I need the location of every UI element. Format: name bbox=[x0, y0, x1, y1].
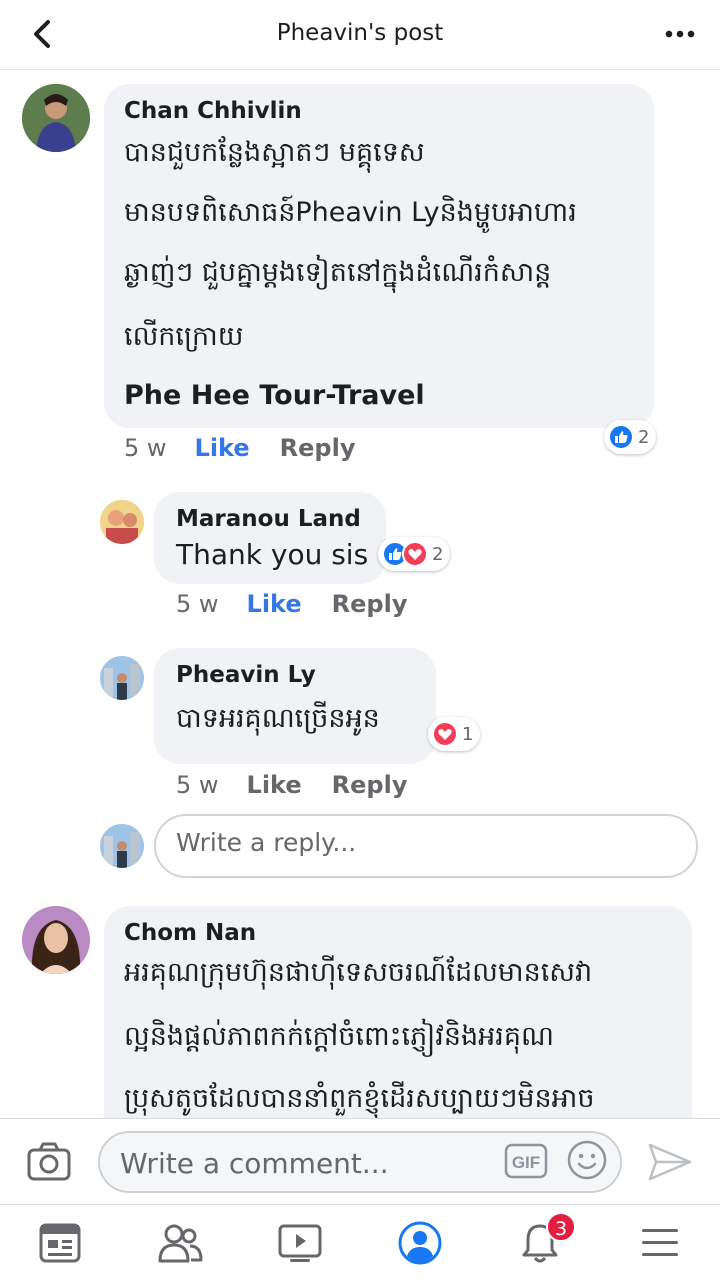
love-reaction-icon bbox=[402, 541, 428, 567]
tab-watch[interactable] bbox=[276, 1219, 324, 1267]
send-icon bbox=[648, 1143, 692, 1181]
smiley-icon bbox=[567, 1140, 607, 1180]
comment-timestamp: 5 w bbox=[176, 771, 219, 799]
notification-badge: 3 bbox=[546, 1212, 576, 1242]
avatar[interactable] bbox=[100, 656, 144, 700]
emoji-button[interactable] bbox=[566, 1139, 608, 1181]
gif-label: GIF bbox=[512, 1153, 540, 1172]
reaction-count: 1 bbox=[462, 723, 474, 745]
reply-button[interactable]: Reply bbox=[280, 434, 356, 462]
reaction-summary[interactable]: 1 bbox=[428, 717, 481, 751]
profile-photo-icon bbox=[100, 824, 144, 868]
more-icon bbox=[665, 30, 695, 38]
reply-input-placeholder: Write a reply... bbox=[176, 828, 357, 857]
profile-photo-icon bbox=[22, 84, 90, 152]
reaction-summary[interactable]: 2 bbox=[378, 537, 451, 571]
comment-text-line: ល្អនិងផ្តល់ភាពកក់ក្តៅចំពោះភ្ញៀវនិងអរគុណ bbox=[124, 1021, 554, 1052]
reply-button[interactable]: Reply bbox=[332, 590, 408, 618]
camera-button[interactable] bbox=[26, 1141, 72, 1183]
avatar bbox=[100, 824, 144, 868]
profile-icon bbox=[398, 1221, 442, 1265]
tab-news-feed[interactable] bbox=[36, 1219, 84, 1267]
comment-author[interactable]: Pheavin Ly bbox=[176, 662, 316, 688]
comment-text-line: ប្រុសតូចដែលបាននាំពួកខ្ញុំដើរសប្បាយៗមិនអា… bbox=[124, 1083, 595, 1114]
comment-text-line: អរគុណក្រុមហ៊ុនផាហ៊ីទេសចរណ៍ដែលមានសេវា bbox=[124, 957, 593, 988]
comment-input-placeholder: Write a comment... bbox=[120, 1147, 389, 1180]
comment-composer: Write a comment... GIF bbox=[0, 1118, 720, 1204]
camera-icon bbox=[27, 1142, 71, 1181]
friends-icon bbox=[158, 1224, 203, 1263]
profile-photo-icon bbox=[100, 656, 144, 700]
tab-menu[interactable] bbox=[636, 1219, 684, 1267]
comment-text-line: លើកក្រោយ bbox=[124, 321, 244, 352]
like-button[interactable]: Like bbox=[195, 434, 250, 462]
hamburger-menu-icon bbox=[642, 1229, 678, 1256]
comment-actions: 5 w Like Reply bbox=[176, 590, 407, 618]
comment-text-line: បានជួបកន្លែងស្អាតៗ មគ្គុទេស bbox=[124, 137, 425, 168]
comment-author[interactable]: Maranou Land bbox=[176, 506, 361, 532]
page-title: Pheavin's post bbox=[276, 20, 444, 46]
like-button[interactable]: Like bbox=[247, 590, 302, 618]
reaction-count: 2 bbox=[638, 426, 650, 448]
comment-text-line: ឆ្ងាញ់ៗ ជួបគ្នាម្តងទៀតនៅក្នុងដំណើរកំសាន្… bbox=[124, 257, 552, 288]
tab-friends[interactable] bbox=[156, 1219, 204, 1267]
like-button[interactable]: Like bbox=[247, 771, 302, 799]
reply-button[interactable]: Reply bbox=[332, 771, 408, 799]
profile-photo-icon bbox=[22, 906, 90, 974]
comment-actions: 5 w Like Reply bbox=[176, 771, 407, 799]
comment-text-line: មានបទពិសោធន៍Pheavin Lyនិងម្ហូបអាហារ bbox=[124, 197, 577, 228]
reaction-summary[interactable]: 2 bbox=[604, 420, 657, 454]
avatar[interactable] bbox=[100, 500, 144, 544]
love-reaction-icon bbox=[432, 721, 458, 747]
comment-timestamp: 5 w bbox=[124, 434, 167, 462]
avatar[interactable] bbox=[22, 906, 90, 974]
comment-author[interactable]: Chan Chhivlin bbox=[124, 98, 302, 124]
tab-profile[interactable] bbox=[396, 1219, 444, 1267]
reply-input[interactable]: Write a reply... bbox=[154, 814, 698, 878]
video-icon bbox=[278, 1224, 322, 1262]
gif-button[interactable]: GIF bbox=[504, 1143, 548, 1179]
more-options-button[interactable] bbox=[660, 14, 700, 54]
reaction-count: 2 bbox=[432, 543, 444, 565]
comment-author[interactable]: Chom Nan bbox=[124, 920, 256, 946]
comment-text: Thank you sis bbox=[176, 538, 369, 571]
top-bar: Pheavin's post bbox=[0, 0, 720, 70]
gif-icon: GIF bbox=[504, 1143, 548, 1179]
comment-text-line: Phe Hee Tour-Travel bbox=[124, 380, 425, 411]
news-feed-icon bbox=[39, 1223, 81, 1263]
avatar[interactable] bbox=[22, 84, 90, 152]
profile-photo-icon bbox=[100, 500, 144, 544]
like-reaction-icon bbox=[608, 424, 634, 450]
bottom-tab-bar bbox=[0, 1204, 720, 1280]
comment-timestamp: 5 w bbox=[176, 590, 219, 618]
comment-actions: 5 w Like Reply bbox=[124, 434, 355, 462]
send-button[interactable] bbox=[646, 1141, 694, 1183]
comment-text: បាទអរគុណច្រើនអូន bbox=[176, 703, 380, 734]
